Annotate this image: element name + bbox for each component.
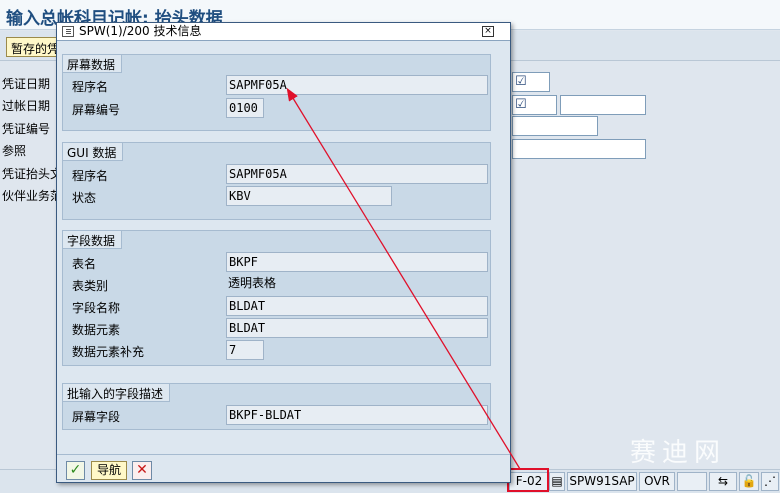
annotation-arrow — [286, 87, 521, 470]
